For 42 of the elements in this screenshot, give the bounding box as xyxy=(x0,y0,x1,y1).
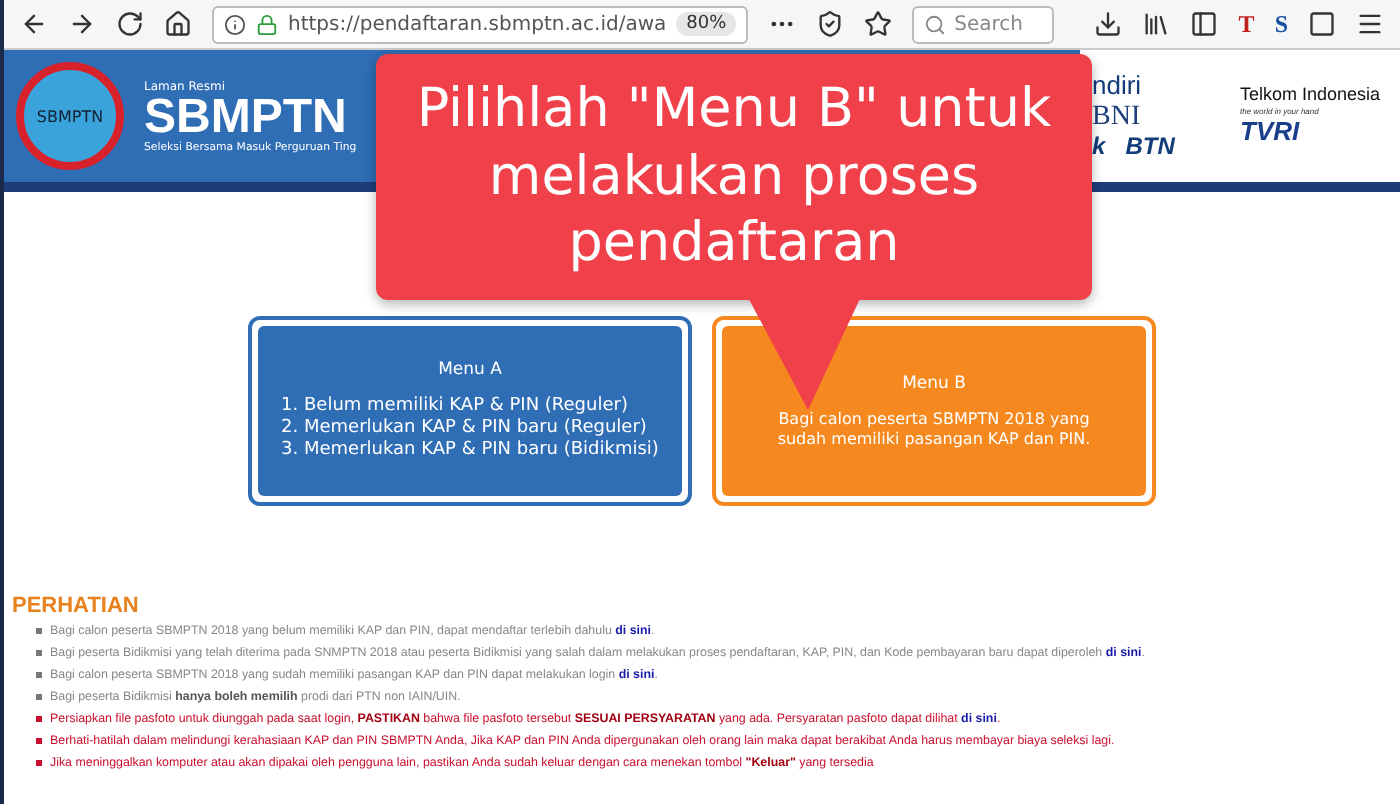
address-bar[interactable]: https://pendaftaran.sbmptn.ac.id/awa 80% xyxy=(212,5,749,43)
url-text: https://pendaftaran.sbmptn.ac.id/awa xyxy=(288,13,667,35)
extension-icon[interactable]: T xyxy=(1238,9,1255,39)
bullet-icon xyxy=(36,672,42,678)
info-icon xyxy=(224,13,246,35)
menu-line: 2. Memerlukan KAP & PIN baru (Reguler) xyxy=(281,417,647,440)
menu-line: 1. Belum memiliki KAP & PIN (Reguler) xyxy=(281,395,628,418)
sponsor-logo: BNI xyxy=(1092,101,1143,133)
menu-title: Menu B xyxy=(902,373,966,393)
menu-card[interactable]: Menu A 1. Belum memiliki KAP & PIN (Reguler) 2. Memerlukan KAP & PIN baru (Reguler) 3. Memerlukan KAP & PIN baru (Bidikmisi) xyxy=(248,316,692,506)
menu-line: 3. Memerlukan KAP & PIN baru (Bidikmisi) xyxy=(281,440,659,463)
sponsor-logo: Telkom Indonesia xyxy=(1240,85,1383,106)
callout-banner: Pilihlah "Menu B" untuk melakukan proses pendaftaran xyxy=(376,54,1092,300)
bookmark-star-icon[interactable] xyxy=(864,10,893,38)
menu-line: Bagi calon peserta SBMPTN 2018 yang sudah memiliki pasangan KAP dan PIN. xyxy=(775,409,1093,449)
bullet-icon xyxy=(36,694,42,700)
bullet-icon xyxy=(36,716,42,722)
home-icon[interactable] xyxy=(164,10,192,38)
site-title: SBMPTN xyxy=(144,93,347,141)
search-icon xyxy=(924,13,947,35)
extension-icon[interactable]: S xyxy=(1274,9,1288,39)
extension-icon[interactable] xyxy=(1308,10,1336,38)
menu-icon[interactable] xyxy=(1356,10,1384,38)
notice-heading: PERHATIAN xyxy=(12,594,141,618)
sponsor-logo: TVRI xyxy=(1240,117,1302,147)
bullet-icon xyxy=(36,650,42,656)
search-field[interactable]: Search xyxy=(912,5,1055,43)
site-logo: SBMPTN xyxy=(16,62,124,170)
download-icon[interactable] xyxy=(1094,10,1123,38)
zoom-badge[interactable]: 80% xyxy=(676,12,737,36)
sponsor-logo: k BTN xyxy=(1092,134,1177,161)
reload-icon[interactable] xyxy=(116,10,144,38)
bullet-icon xyxy=(36,628,42,634)
sponsor-logo: ndiri xyxy=(1092,71,1144,100)
bullet-icon xyxy=(36,760,42,766)
back-icon[interactable] xyxy=(20,10,48,38)
lock-icon xyxy=(256,13,278,35)
sidebar-icon[interactable] xyxy=(1190,10,1219,38)
forward-icon[interactable] xyxy=(68,10,96,38)
menu-title: Menu A xyxy=(438,359,502,380)
library-icon[interactable] xyxy=(1142,10,1171,38)
bullet-icon xyxy=(36,738,42,744)
